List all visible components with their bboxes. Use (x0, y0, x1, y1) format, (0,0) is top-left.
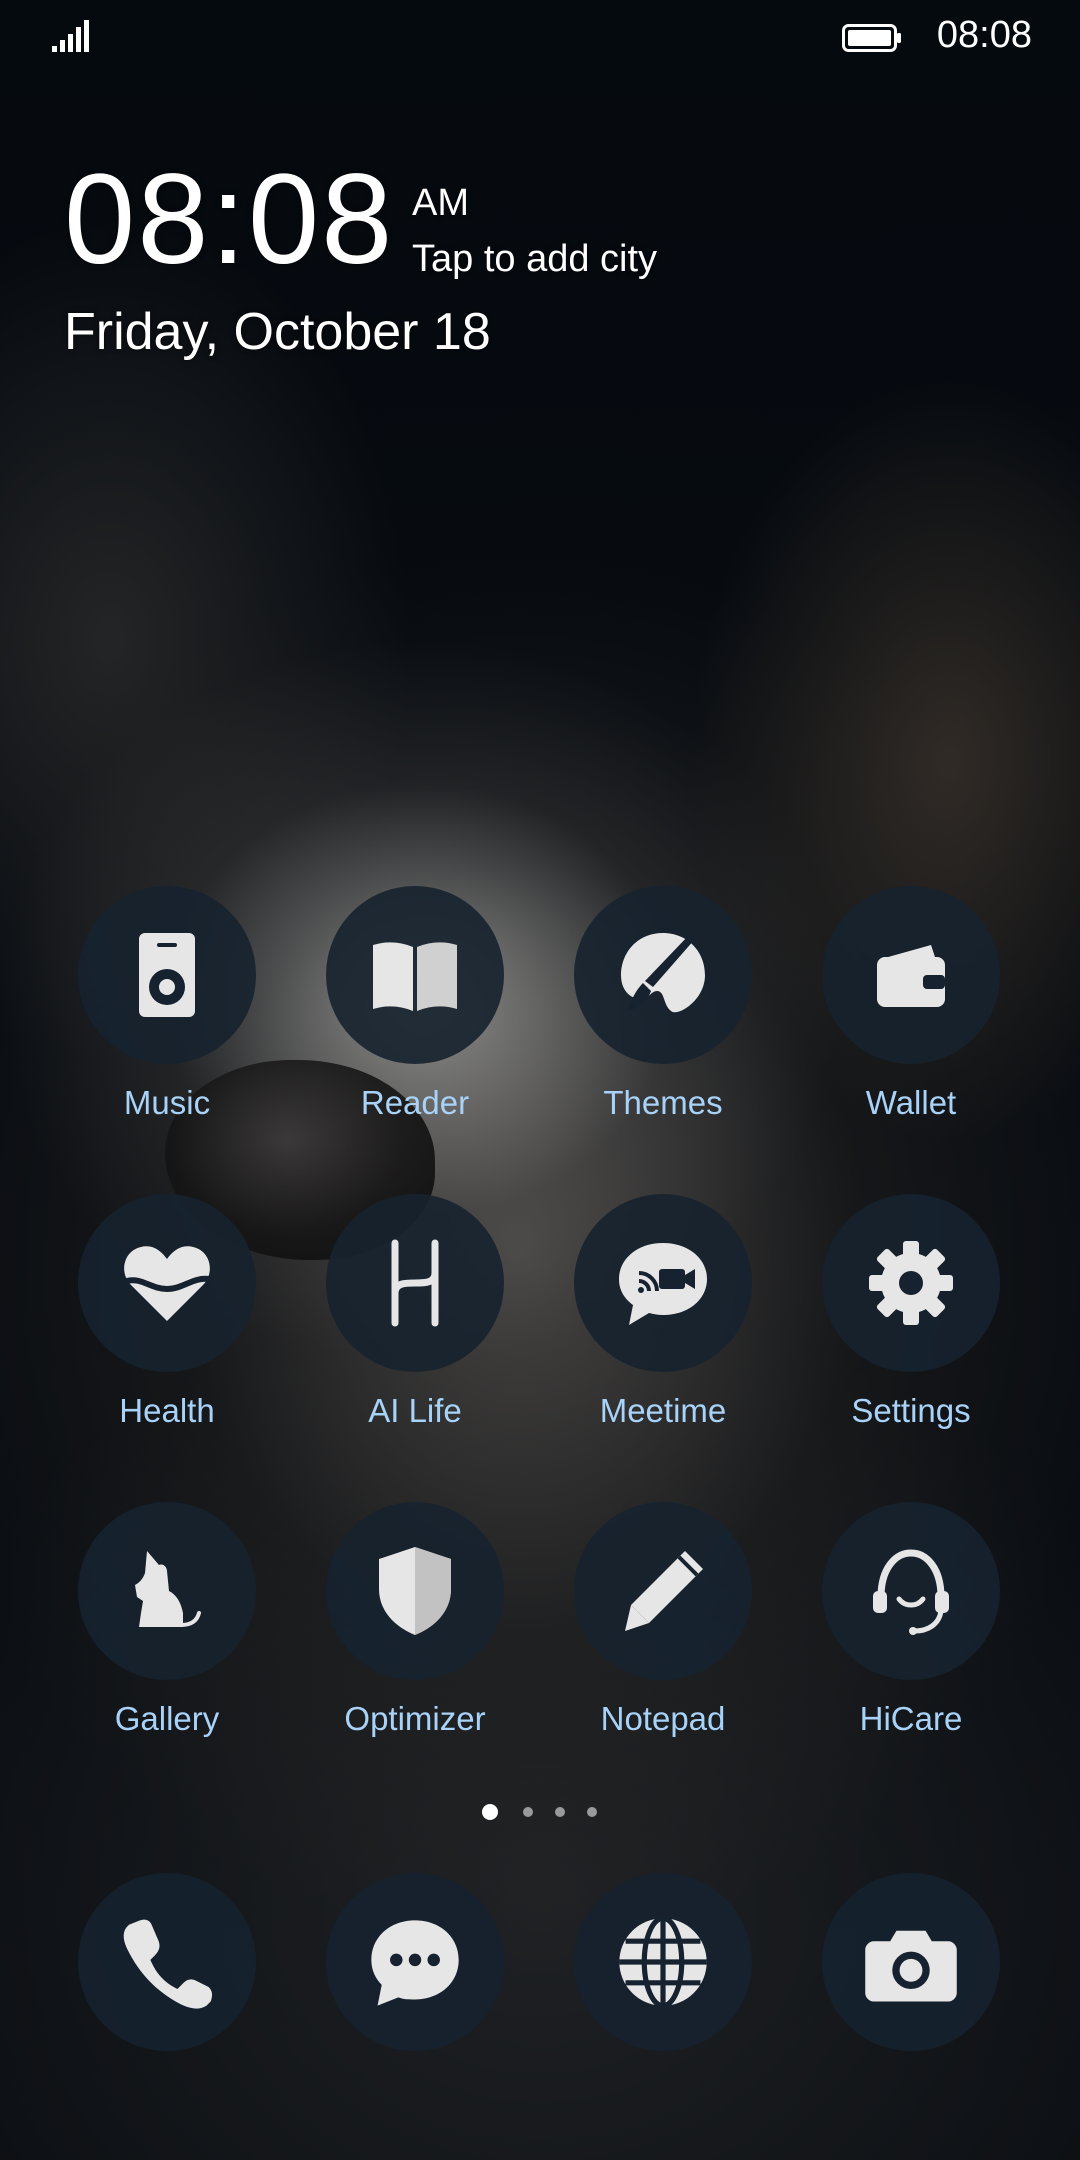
dock-browser[interactable] (574, 1873, 752, 2051)
pencil-icon (625, 1551, 703, 1631)
app-label: Settings (851, 1392, 971, 1429)
ai-life-icon (391, 1239, 439, 1327)
wallet-icon (877, 945, 945, 1007)
app-hicare[interactable]: HiCare (787, 1502, 1035, 1802)
dog-icon (135, 1551, 201, 1627)
paintbrush-icon (621, 933, 705, 1013)
add-city-link[interactable]: Tap to add city (412, 238, 657, 281)
page-dot[interactable] (523, 1807, 533, 1817)
headset-icon (873, 1549, 949, 1635)
app-label: Themes (603, 1084, 723, 1121)
app-music[interactable]: Music (43, 886, 291, 1186)
clock-date[interactable]: Friday, October 18 (64, 302, 491, 362)
app-label: Music (123, 1084, 211, 1121)
dock-phone[interactable] (78, 1873, 256, 2051)
heart-icon (124, 1246, 210, 1321)
app-label: HiCare (859, 1700, 963, 1737)
status-time: 08:08 (936, 14, 1032, 56)
app-reader[interactable]: Reader (291, 886, 539, 1186)
status-bar: 08:08 (0, 0, 1080, 80)
globe-icon (619, 1915, 707, 2009)
dock-messages[interactable] (326, 1873, 504, 2051)
message-icon (371, 1920, 459, 2006)
page-indicator[interactable] (478, 1800, 608, 1824)
music-speaker-icon (139, 933, 195, 1017)
app-themes[interactable]: Themes (539, 886, 787, 1186)
page-dot[interactable] (587, 1807, 597, 1817)
page-dot-active[interactable] (482, 1804, 498, 1820)
clock-time[interactable]: 08:08 (64, 150, 394, 290)
gear-icon (869, 1241, 953, 1325)
page-dot[interactable] (555, 1807, 565, 1817)
app-health[interactable]: Health (43, 1194, 291, 1494)
app-meetime[interactable]: Meetime (539, 1194, 787, 1494)
app-optimizer[interactable]: Optimizer (291, 1502, 539, 1802)
app-label: Notepad (600, 1700, 726, 1737)
phone-icon (123, 1919, 213, 2009)
app-label: AI Life (368, 1392, 462, 1429)
book-icon (373, 942, 457, 1011)
app-label: Meetime (599, 1392, 727, 1429)
video-chat-icon (619, 1243, 707, 1325)
battery-icon (842, 24, 901, 52)
signal-icon (52, 20, 89, 52)
home-screen: 08:08 08:08 AM Tap to add city Friday, O… (0, 0, 1080, 2160)
app-label: Reader (360, 1084, 470, 1121)
app-label: Optimizer (344, 1700, 486, 1737)
app-label: Wallet (865, 1084, 957, 1121)
clock-ampm: AM (412, 182, 469, 224)
app-label: Health (119, 1392, 215, 1429)
app-ai-life[interactable]: AI Life (291, 1194, 539, 1494)
app-gallery[interactable]: Gallery (43, 1502, 291, 1802)
app-label: Gallery (114, 1700, 220, 1737)
dock-camera[interactable] (822, 1873, 1000, 2051)
app-wallet[interactable]: Wallet (787, 886, 1035, 1186)
app-settings[interactable]: Settings (787, 1194, 1035, 1494)
camera-icon (865, 1930, 957, 2002)
app-notepad[interactable]: Notepad (539, 1502, 787, 1802)
shield-icon (379, 1547, 451, 1635)
